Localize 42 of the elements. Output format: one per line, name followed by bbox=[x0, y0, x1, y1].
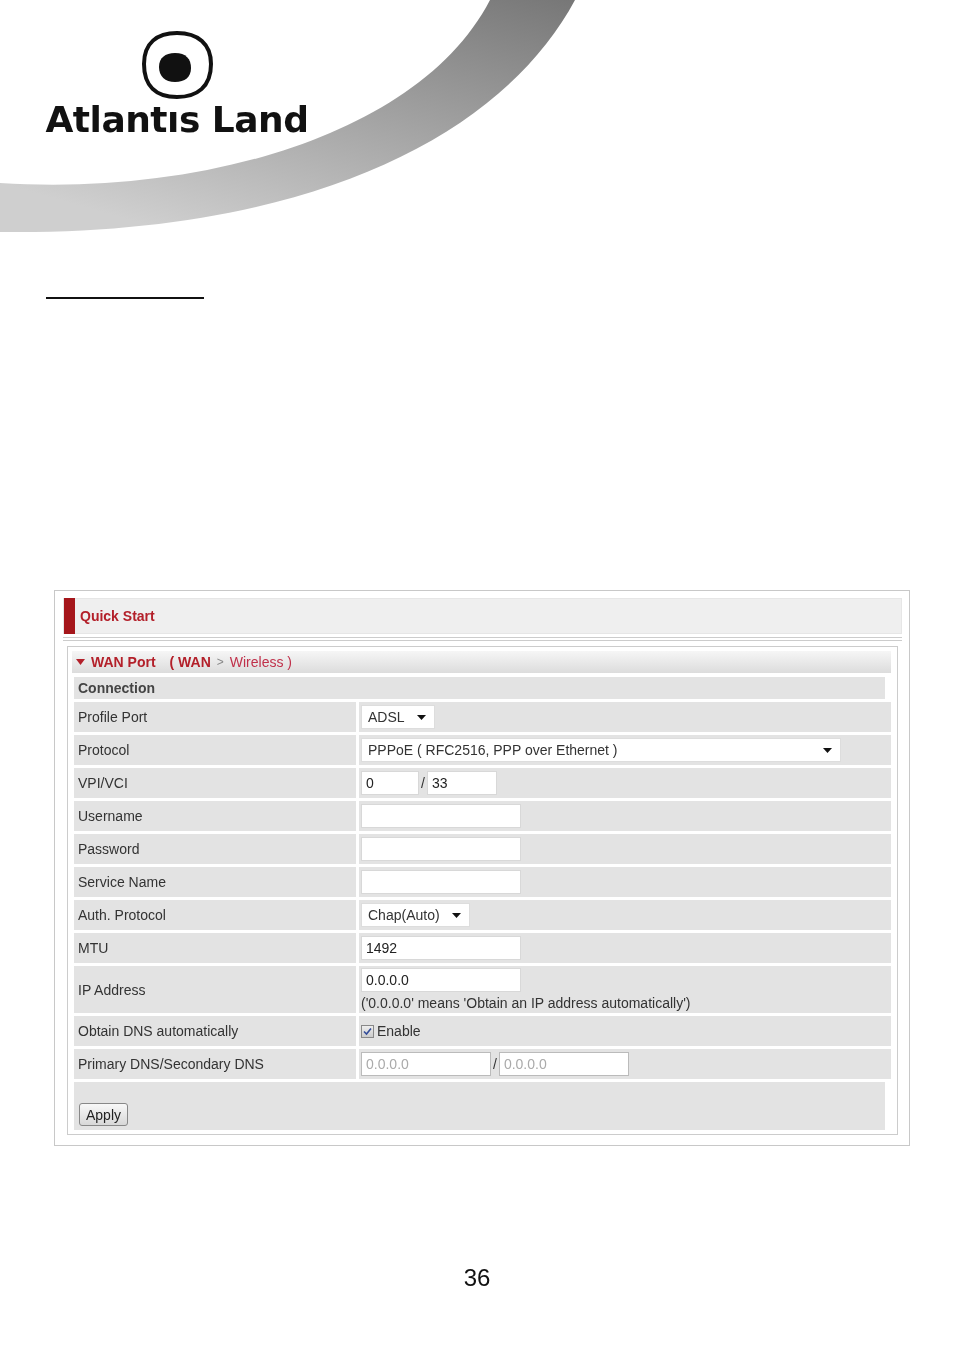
text-field[interactable] bbox=[361, 870, 521, 894]
group-header: Connection bbox=[74, 677, 885, 699]
caret-icon bbox=[416, 714, 426, 720]
section-header[interactable]: WAN Port ( WAN > Wireless ) bbox=[72, 651, 891, 673]
caret-icon bbox=[451, 912, 461, 918]
field-label: Password bbox=[74, 834, 356, 864]
text-field[interactable] bbox=[361, 837, 521, 861]
breadcrumb-item: ( WAN bbox=[169, 654, 211, 670]
dropdown[interactable]: PPPoE ( RFC2516, PPP over Ethernet ) bbox=[361, 738, 841, 762]
field-label: MTU bbox=[74, 933, 356, 963]
caret-icon bbox=[823, 747, 832, 753]
logo-text: Atlantıs Land bbox=[45, 102, 309, 138]
dropdown[interactable]: Chap(Auto) bbox=[361, 903, 470, 927]
page-number: 36 bbox=[462, 1264, 492, 1292]
separator-slash: / bbox=[493, 1056, 497, 1072]
separator-slash: / bbox=[421, 775, 425, 791]
dropdown[interactable]: ADSL bbox=[361, 705, 435, 729]
text-field[interactable]: 33 bbox=[426, 771, 497, 795]
field-label: Primary DNS/Secondary DNS bbox=[74, 1049, 356, 1079]
apply-button[interactable]: Apply bbox=[79, 1103, 129, 1126]
breadcrumb-item: Wireless ) bbox=[229, 654, 293, 670]
field-label: Protocol bbox=[74, 735, 356, 765]
field-label: Profile Port bbox=[74, 702, 356, 732]
accent-bar bbox=[64, 598, 75, 634]
breadcrumb-separator: > bbox=[216, 655, 224, 669]
logo-icon bbox=[141, 30, 213, 100]
text-field[interactable] bbox=[361, 804, 521, 828]
field-label: IP Address bbox=[74, 966, 356, 1013]
collapse-triangle-icon[interactable] bbox=[76, 659, 85, 665]
panel-title: Quick Start bbox=[80, 608, 155, 624]
field-label: Service Name bbox=[74, 867, 356, 897]
text-field[interactable]: 0.0.0.0 bbox=[361, 968, 521, 992]
field-label: VPI/VCI bbox=[74, 768, 356, 798]
hint-text: ('0.0.0.0' means 'Obtain an IP address automatically') bbox=[361, 995, 692, 1011]
checkbox-label: Enable bbox=[377, 1023, 421, 1039]
field-label: Auth. Protocol bbox=[74, 900, 356, 930]
text-field[interactable]: 0 bbox=[361, 771, 419, 795]
section-title: WAN Port bbox=[91, 654, 156, 670]
field-label: Username bbox=[74, 801, 356, 831]
field-label: Obtain DNS automatically bbox=[74, 1016, 356, 1046]
text-field[interactable]: 1492 bbox=[361, 936, 521, 960]
checkbox[interactable] bbox=[361, 1024, 374, 1038]
